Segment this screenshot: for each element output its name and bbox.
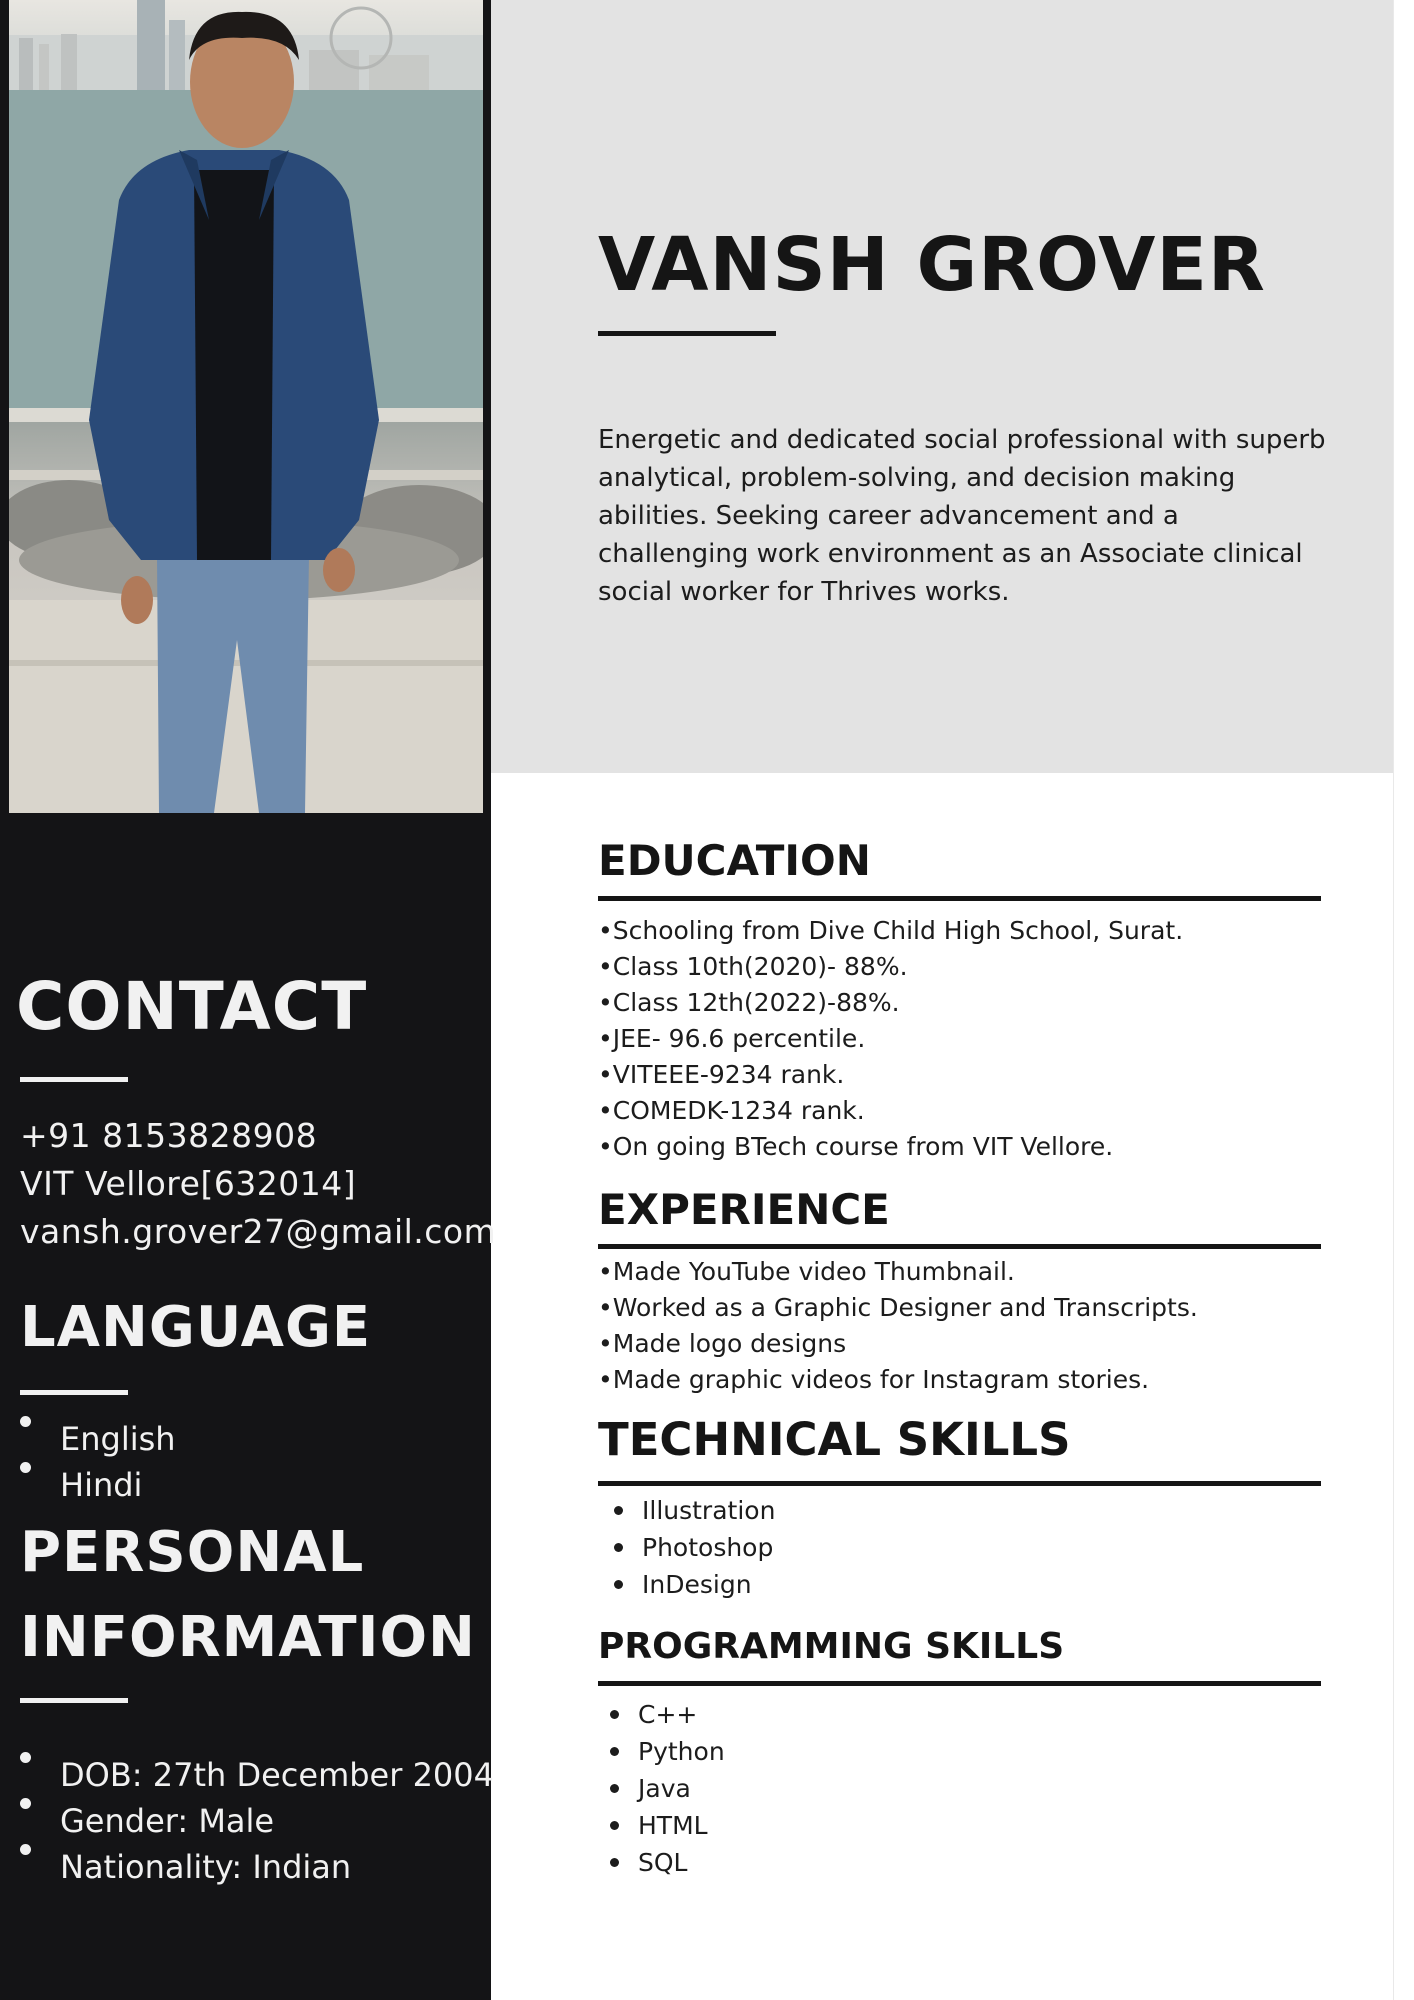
personal-info-heading-line1: PERSONAL [20, 1520, 365, 1585]
technical-skills-divider [598, 1481, 1321, 1486]
list-item: •Class 12th(2022)-88%. [598, 988, 900, 1017]
list-item: Illustration [602, 1492, 775, 1529]
personal-info-list: DOB: 27th December 2004 Gender: Male Nat… [20, 1752, 494, 1890]
list-item: Gender: Male [20, 1798, 494, 1844]
page-edge [1393, 0, 1414, 2000]
personal-info-heading-line2: INFORMATION [20, 1605, 476, 1670]
experience-list: •Made YouTube video Thumbnail. •Worked a… [598, 1254, 1198, 1398]
list-item: SQL [598, 1844, 725, 1881]
list-item: •Made YouTube video Thumbnail. [598, 1257, 1015, 1286]
name-divider [598, 331, 776, 336]
education-list: •Schooling from Dive Child High School, … [598, 913, 1183, 1165]
contact-phone: +91 8153828908 [20, 1116, 318, 1155]
candidate-name: VANSH GROVER [598, 222, 1266, 308]
list-item: •On going BTech course from VIT Vellore. [598, 1132, 1114, 1161]
list-item: English [20, 1416, 176, 1462]
list-item: •Worked as a Graphic Designer and Transc… [598, 1293, 1198, 1322]
sidebar: CONTACT +91 8153828908 VIT Vellore[63201… [0, 0, 496, 2000]
list-item: •Class 10th(2020)- 88%. [598, 952, 908, 981]
programming-skills-heading: PROGRAMMING SKILLS [598, 1626, 1065, 1667]
contact-divider [20, 1077, 128, 1082]
profile-photo [9, 0, 483, 813]
education-divider [598, 896, 1321, 901]
language-list: English Hindi [20, 1416, 176, 1508]
list-item: •Made logo designs [598, 1329, 847, 1358]
technical-skills-list: Illustration Photoshop InDesign [602, 1492, 775, 1603]
list-item: Java [598, 1770, 725, 1807]
list-item: •Made graphic videos for Instagram stori… [598, 1365, 1150, 1394]
list-item: •Schooling from Dive Child High School, … [598, 916, 1184, 945]
programming-skills-divider [598, 1681, 1321, 1686]
list-item: Python [598, 1733, 725, 1770]
technical-skills-heading: TECHNICAL SKILLS [598, 1413, 1071, 1466]
list-item: •VITEEE-9234 rank. [598, 1060, 845, 1089]
experience-divider [598, 1244, 1321, 1249]
list-item: InDesign [602, 1566, 775, 1603]
list-item: DOB: 27th December 2004 [20, 1752, 494, 1798]
list-item: Nationality: Indian [20, 1844, 494, 1890]
programming-skills-list: C++ Python Java HTML SQL [598, 1696, 725, 1881]
profile-summary: Energetic and dedicated social professio… [598, 425, 1326, 607]
contact-address: VIT Vellore[632014] [20, 1164, 357, 1203]
experience-heading: EXPERIENCE [598, 1185, 890, 1234]
education-heading: EDUCATION [598, 836, 871, 885]
profile-photo-illustration [9, 0, 483, 813]
contact-email[interactable]: vansh.grover27@gmail.com [20, 1212, 496, 1251]
list-item: Hindi [20, 1462, 176, 1508]
list-item: HTML [598, 1807, 725, 1844]
personal-info-divider [20, 1698, 128, 1703]
language-divider [20, 1390, 128, 1395]
list-item: Photoshop [602, 1529, 775, 1566]
list-item: •COMEDK-1234 rank. [598, 1096, 865, 1125]
language-heading: LANGUAGE [20, 1295, 372, 1360]
list-item: C++ [598, 1696, 725, 1733]
summary-panel [491, 0, 1393, 773]
list-item: •JEE- 96.6 percentile. [598, 1024, 866, 1053]
contact-heading: CONTACT [16, 968, 368, 1045]
